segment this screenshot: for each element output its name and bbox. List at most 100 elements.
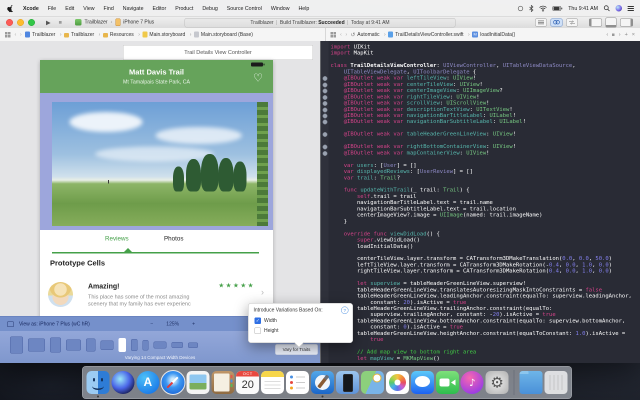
- trash-dock-icon[interactable]: [545, 371, 568, 394]
- notification-center-icon[interactable]: [628, 6, 635, 11]
- forward-button[interactable]: ›: [20, 32, 22, 38]
- photos-dock-icon[interactable]: [386, 371, 409, 394]
- breadcrumb-folder[interactable]: Resources: [103, 32, 134, 38]
- device-icon-iphone-landscape[interactable]: [172, 342, 184, 348]
- dock-item-trash[interactable]: [544, 368, 569, 397]
- dock-item-facetime[interactable]: [435, 368, 460, 397]
- code-text[interactable]: import UIKitimport MapKit class TrailDet…: [331, 44, 640, 362]
- favorite-heart-icon[interactable]: ♡: [253, 72, 263, 85]
- menu-item-editor[interactable]: Editor: [148, 5, 171, 11]
- trail-photo[interactable]: [52, 102, 268, 226]
- outlet-connection-well[interactable]: [323, 132, 328, 137]
- battery-icon[interactable]: [553, 6, 563, 11]
- help-button[interactable]: ?: [341, 307, 349, 315]
- scene-title-bar[interactable]: Trail Details View Controller: [123, 45, 313, 60]
- dock-item-messages[interactable]: [410, 368, 435, 397]
- device-icon-iphone-portrait[interactable]: [131, 339, 138, 351]
- device-icon-ipad-pro-landscape[interactable]: [28, 339, 45, 352]
- wifi-icon[interactable]: [539, 5, 547, 11]
- zoom-in-button[interactable]: +: [192, 321, 195, 327]
- siri-icon[interactable]: [616, 5, 623, 12]
- dock-item-xcode[interactable]: [310, 368, 335, 397]
- inspector-panel-toggle[interactable]: [620, 18, 633, 26]
- dock-item-calendar[interactable]: OCT20: [235, 368, 260, 397]
- device-icon-ipad-pro-portrait[interactable]: [10, 337, 23, 354]
- menu-item-source-control[interactable]: Source Control: [222, 5, 266, 11]
- simulator-dock-icon[interactable]: [336, 371, 359, 394]
- dock-item-notes[interactable]: [260, 368, 285, 397]
- assistant-next-button[interactable]: ›: [619, 32, 621, 38]
- calendar-dock-icon[interactable]: OCT20: [236, 371, 259, 394]
- outlet-connection-well[interactable]: [323, 89, 328, 94]
- device-icon-iphone-plus-landscape[interactable]: [154, 342, 167, 349]
- outlet-connection-well[interactable]: [323, 101, 328, 106]
- breadcrumb-project[interactable]: Trailblazer: [25, 32, 55, 38]
- related-items-icon[interactable]: [5, 32, 11, 38]
- reminders-dock-icon[interactable]: [286, 371, 309, 394]
- app-store-dock-icon[interactable]: A: [136, 371, 159, 394]
- dock-item-finder[interactable]: [86, 368, 111, 397]
- view-as-label[interactable]: View as: iPhone 7 Plus (wC hR): [19, 321, 90, 327]
- dock-item-folder[interactable]: [519, 368, 544, 397]
- dock-item-photos[interactable]: [385, 368, 410, 397]
- back-button[interactable]: ‹: [340, 32, 342, 38]
- breadcrumb-storyboard-base[interactable]: Main.storyboard (Base): [194, 32, 253, 38]
- menu-item-file[interactable]: File: [43, 5, 60, 11]
- contacts-dock-icon[interactable]: [211, 371, 234, 394]
- device-icon-ipad-mini-portrait[interactable]: [86, 339, 96, 352]
- version-editor-button[interactable]: [566, 18, 578, 26]
- tab-photos[interactable]: Photos: [164, 235, 183, 242]
- outlet-connection-well[interactable]: [323, 113, 328, 118]
- outlet-connection-well[interactable]: [323, 120, 328, 125]
- menu-bar-clock[interactable]: Thu 9:41 AM: [568, 5, 598, 11]
- standard-editor-button[interactable]: [535, 18, 547, 26]
- safari-dock-icon[interactable]: [160, 370, 185, 395]
- spotlight-icon[interactable]: [604, 5, 611, 12]
- finder-dock-icon[interactable]: [86, 371, 109, 394]
- menu-item-navigate[interactable]: Navigate: [118, 5, 148, 11]
- siri-dock-icon[interactable]: [111, 371, 134, 394]
- device-icon-ipad-portrait[interactable]: [50, 338, 61, 353]
- dock-item-contacts[interactable]: [210, 368, 235, 397]
- menu-item-edit[interactable]: Edit: [61, 5, 79, 11]
- height-checkbox[interactable]: [255, 328, 262, 335]
- menu-item-window[interactable]: Window: [266, 5, 294, 11]
- menu-item-help[interactable]: Help: [294, 5, 314, 11]
- menu-item-debug[interactable]: Debug: [198, 5, 222, 11]
- preview-dock-icon[interactable]: [186, 371, 209, 394]
- outlet-connection-well[interactable]: [323, 107, 328, 112]
- menu-item-view[interactable]: View: [79, 5, 99, 11]
- dock-item-simulator[interactable]: [335, 368, 360, 397]
- minimize-window-button[interactable]: [17, 19, 24, 26]
- device-icon-iphone-se-landscape[interactable]: [188, 342, 198, 348]
- itunes-dock-icon[interactable]: ♪: [461, 371, 484, 394]
- device-icon-ipad-mini-landscape[interactable]: [101, 340, 114, 350]
- outlet-connection-well[interactable]: [323, 145, 328, 150]
- trail-title-label[interactable]: Matt Davis Trail: [40, 68, 273, 77]
- device-icon-ipad-landscape[interactable]: [66, 340, 81, 351]
- display-status-icon[interactable]: [518, 5, 524, 11]
- dock-item-preview[interactable]: [185, 368, 210, 397]
- dock-item-safari[interactable]: [160, 368, 185, 397]
- zoom-out-button[interactable]: −: [150, 321, 153, 327]
- outlet-connection-well[interactable]: [323, 82, 328, 87]
- xcode-dock-icon[interactable]: [311, 371, 334, 394]
- assistant-prev-button[interactable]: ‹: [606, 32, 608, 38]
- notes-dock-icon[interactable]: [261, 371, 284, 394]
- back-button[interactable]: ‹: [15, 32, 17, 38]
- system-preferences-dock-icon[interactable]: ⚙: [486, 371, 509, 394]
- source-editor[interactable]: import UIKitimport MapKit class TrailDet…: [321, 41, 640, 363]
- dock-item-reminders[interactable]: [285, 368, 310, 397]
- close-window-button[interactable]: [6, 19, 13, 26]
- stop-button[interactable]: ■: [59, 19, 62, 25]
- device-icon-iphone-se-portrait[interactable]: [143, 340, 149, 351]
- outlet-connection-well[interactable]: [323, 95, 328, 100]
- messages-dock-icon[interactable]: [411, 371, 434, 394]
- forward-button[interactable]: ›: [345, 32, 347, 38]
- tab-reviews[interactable]: Reviews: [105, 235, 129, 242]
- dock-item-app-store[interactable]: A: [135, 368, 160, 397]
- menu-item-product[interactable]: Product: [171, 5, 198, 11]
- breadcrumb-swift-file[interactable]: TrailDetailsViewController.swift: [388, 32, 463, 38]
- debug-panel-toggle[interactable]: [606, 17, 617, 27]
- dock-item-maps[interactable]: [360, 368, 385, 397]
